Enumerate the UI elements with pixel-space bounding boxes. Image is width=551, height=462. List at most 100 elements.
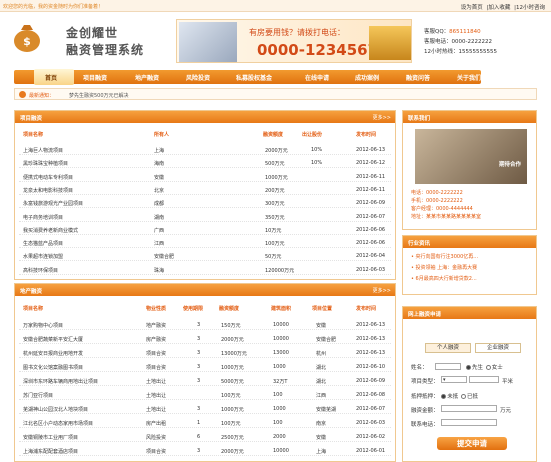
table-cell: 深圳市东环路车辆商用地出让项目 [23,379,99,385]
table-row[interactable]: 苏门亚行项目 土地出让 100万元 100 江西 2012-06-08 [19,389,391,400]
notice-text[interactable]: 梦先生融资500万元已解决 [69,92,129,99]
table-cell: 3 [197,364,201,370]
col-header-area: 建筑面积 [271,306,292,312]
collateral-label: 抵押抵押： [411,394,439,400]
table-row[interactable]: 上海浦东配配套酒店项目 项目合资 3 2000万元 10000 上海 2012-06-01 [19,445,391,456]
estate-more-link[interactable]: 更多>> [373,287,391,294]
table-row[interactable]: 深圳市东环路车辆商用地出让项目 土地出让 3 5000万元 32万T 湖北 2012-06-… [19,375,391,386]
table-row[interactable]: 黑珍珠珠宝种植项目 海南 500万元 10% 2012-06-12 [19,157,391,169]
table-cell: 地产融资 [146,323,167,329]
consult-link[interactable]: |12小时咨询 [514,5,545,11]
nav-item-qa[interactable]: 融资问答 [406,73,430,82]
table-row[interactable]: 高科技环保项目 珠海 120000万元 2012-06-03 [19,264,391,275]
gender-male-radio[interactable] [466,365,471,370]
estate-panel-title: 地产融资 [20,289,43,295]
table-cell: 安徽 [154,174,165,181]
set-homepage-link[interactable]: 设为首页 [461,5,483,11]
table-row[interactable]: 生态猫蓝产品项目 江西 100万元 2012-06-06 [19,237,391,249]
header-contact: 客服QQ：865111840 客服电话：0000-2222222 12小时热线：… [424,27,497,57]
speaker-icon [19,91,26,98]
gender-female-radio[interactable] [485,365,491,370]
table-cell: 1 [197,420,201,426]
table-row[interactable]: 永富钱旅游观光产业园项目 成都 300万元 2012-06-09 [19,197,391,209]
nav-item-venture[interactable]: 风险投资 [186,73,210,82]
phone-input[interactable] [441,419,497,426]
nav-item-cases[interactable]: 成功案例 [355,73,379,82]
table-cell: 1000 [273,364,286,370]
table-cell: 3 [197,322,201,328]
table-row[interactable]: 电子商务培训项目 湖南 350万元 2012-06-07 [19,211,391,222]
table-cell: 3 [197,350,201,356]
table-cell: 10000 [273,336,289,342]
table-cell: 江西 [316,393,327,399]
table-cell: 上海 [154,148,165,154]
table-row[interactable]: 我买消费养老新商业模式 广西 10万元 2012-06-06 [19,224,391,235]
table-row[interactable]: 芜湖神山公园汉北人地块项目 土地出让 3 1000万元 1000 安徽芜湖 2012-06-… [19,403,391,414]
table-cell: 100万元 [221,393,241,399]
contact-line: 客户经理：0000-4444444 [411,206,473,212]
col-header-property: 物业性质 [146,306,167,312]
table-row[interactable]: 龙泉太和电影科技项目 北京 200万元 2012-06-11 [19,184,391,195]
name-input[interactable] [435,363,461,370]
tab-enterprise[interactable]: 企业融资 [475,343,521,353]
amount-label: 融资金额： [411,408,439,414]
table-cell: 北京 [154,187,165,194]
table-row[interactable]: 图书文化公馆案融图书项目 项目合资 3 1000万元 1000 湖北 2012-06-10 [19,361,391,372]
table-cell: 3 [197,336,201,342]
contact-lines: 电话：0000-2222222 手机：0000-2222222 客户经理：000… [411,189,481,221]
table-cell: 风险投资 [146,435,167,441]
add-favorite-link[interactable]: |加入收藏 [487,5,511,11]
nav-item-estate-finance[interactable]: 地产融资 [135,73,159,82]
news-item[interactable]: • 央行向国有行注3000亿再... [411,252,478,263]
table-cell: 成都 [154,201,165,208]
collateral-no-radio[interactable] [461,394,467,399]
nav-item-private-equity[interactable]: 私募股权基金 [236,73,272,82]
table-cell: 100万元 [221,421,241,427]
table-row[interactable]: 水果超市连锁加盟 安徽合肥 50万元 2012-06-04 [19,250,391,262]
table-row[interactable]: 安徽铜陵市工业用厂项目 风险投资 6 2500万元 2000 安徽 2012-06-02 [19,431,391,442]
tab-personal[interactable]: 个人融资 [425,343,471,353]
project-more-link[interactable]: 更多>> [373,114,391,121]
col-header-owner: 所有人 [154,132,170,138]
amount-input[interactable] [441,405,497,412]
table-row[interactable]: 江北名区小户动态家用市场项目 房产出租 1 100万元 100 南京 2012-06-03 [19,417,391,428]
table-cell: 2012-06-02 [356,434,386,440]
name-label: 姓名： [411,365,428,371]
collateral-yes-radio[interactable] [441,394,447,399]
table-row[interactable]: 便携式电动车专利项目 安徽 1000万元 2012-06-11 [19,171,391,182]
nav-item-project-finance[interactable]: 项目融资 [83,73,107,82]
table-row[interactable]: 万家购物中心项目 地产融资 3 150万元 10000 安徽 2012-06-13 [19,319,391,330]
handshake-image: 期待合作 [415,129,527,184]
news-item[interactable]: • 投资领袖 上海：金融再大赛 [411,263,478,274]
table-cell: 2012-06-06 [356,226,386,233]
nav-item-about[interactable]: 关于我们 [457,73,481,82]
hotline-label: 12小时热线： [424,49,459,55]
submit-button[interactable]: 提交申请 [437,437,507,450]
table-row[interactable]: 安徽合肥蔬菜新平安汇大厦 房产融资 3 2000万元 10000 安徽合肥 2012-06-… [19,333,391,344]
logo-subtitle: 融资管理系统 [66,43,145,57]
col-header-amount: 融资额度 [263,132,284,138]
table-cell: 2000 [273,434,286,440]
table-cell: 安徽芜湖 [316,407,337,413]
table-cell: 杭州 [316,351,327,357]
table-cell: 2012-06-03 [356,266,386,273]
table-cell: 100万元 [265,241,285,248]
table-cell: 图书文化公馆案融图书项目 [23,365,84,371]
nav-item-home[interactable]: 首页 [34,69,74,85]
type-row: 项目类型： [411,377,439,385]
table-cell: 上海巨人物流项目 [23,148,64,154]
area-input[interactable] [469,376,499,383]
project-type-select[interactable]: ▾ [441,376,467,383]
table-cell: 5000万元 [221,379,244,385]
table-cell: 100 [273,420,283,426]
project-panel-header: 项目融资 更多>> [15,111,395,123]
table-row[interactable]: 杭州延安日报商业用地开发 项目合资 3 13000万元 13000 杭州 2012-06-1… [19,347,391,358]
table-cell: 2012-06-13 [356,322,386,328]
table-row[interactable]: 上海巨人物流项目 上海 2000万元 10% 2012-06-13 [19,144,391,155]
news-item[interactable]: • 6月最高四大行新增贷款2... [411,274,478,285]
table-cell: 水果超市连锁加盟 [23,254,64,261]
table-cell: 3 [197,378,201,384]
nav-item-apply[interactable]: 在线申请 [305,73,329,82]
table-cell: 安徽合肥 [316,337,337,343]
contact-line: 电话：0000-2222222 [411,190,463,196]
